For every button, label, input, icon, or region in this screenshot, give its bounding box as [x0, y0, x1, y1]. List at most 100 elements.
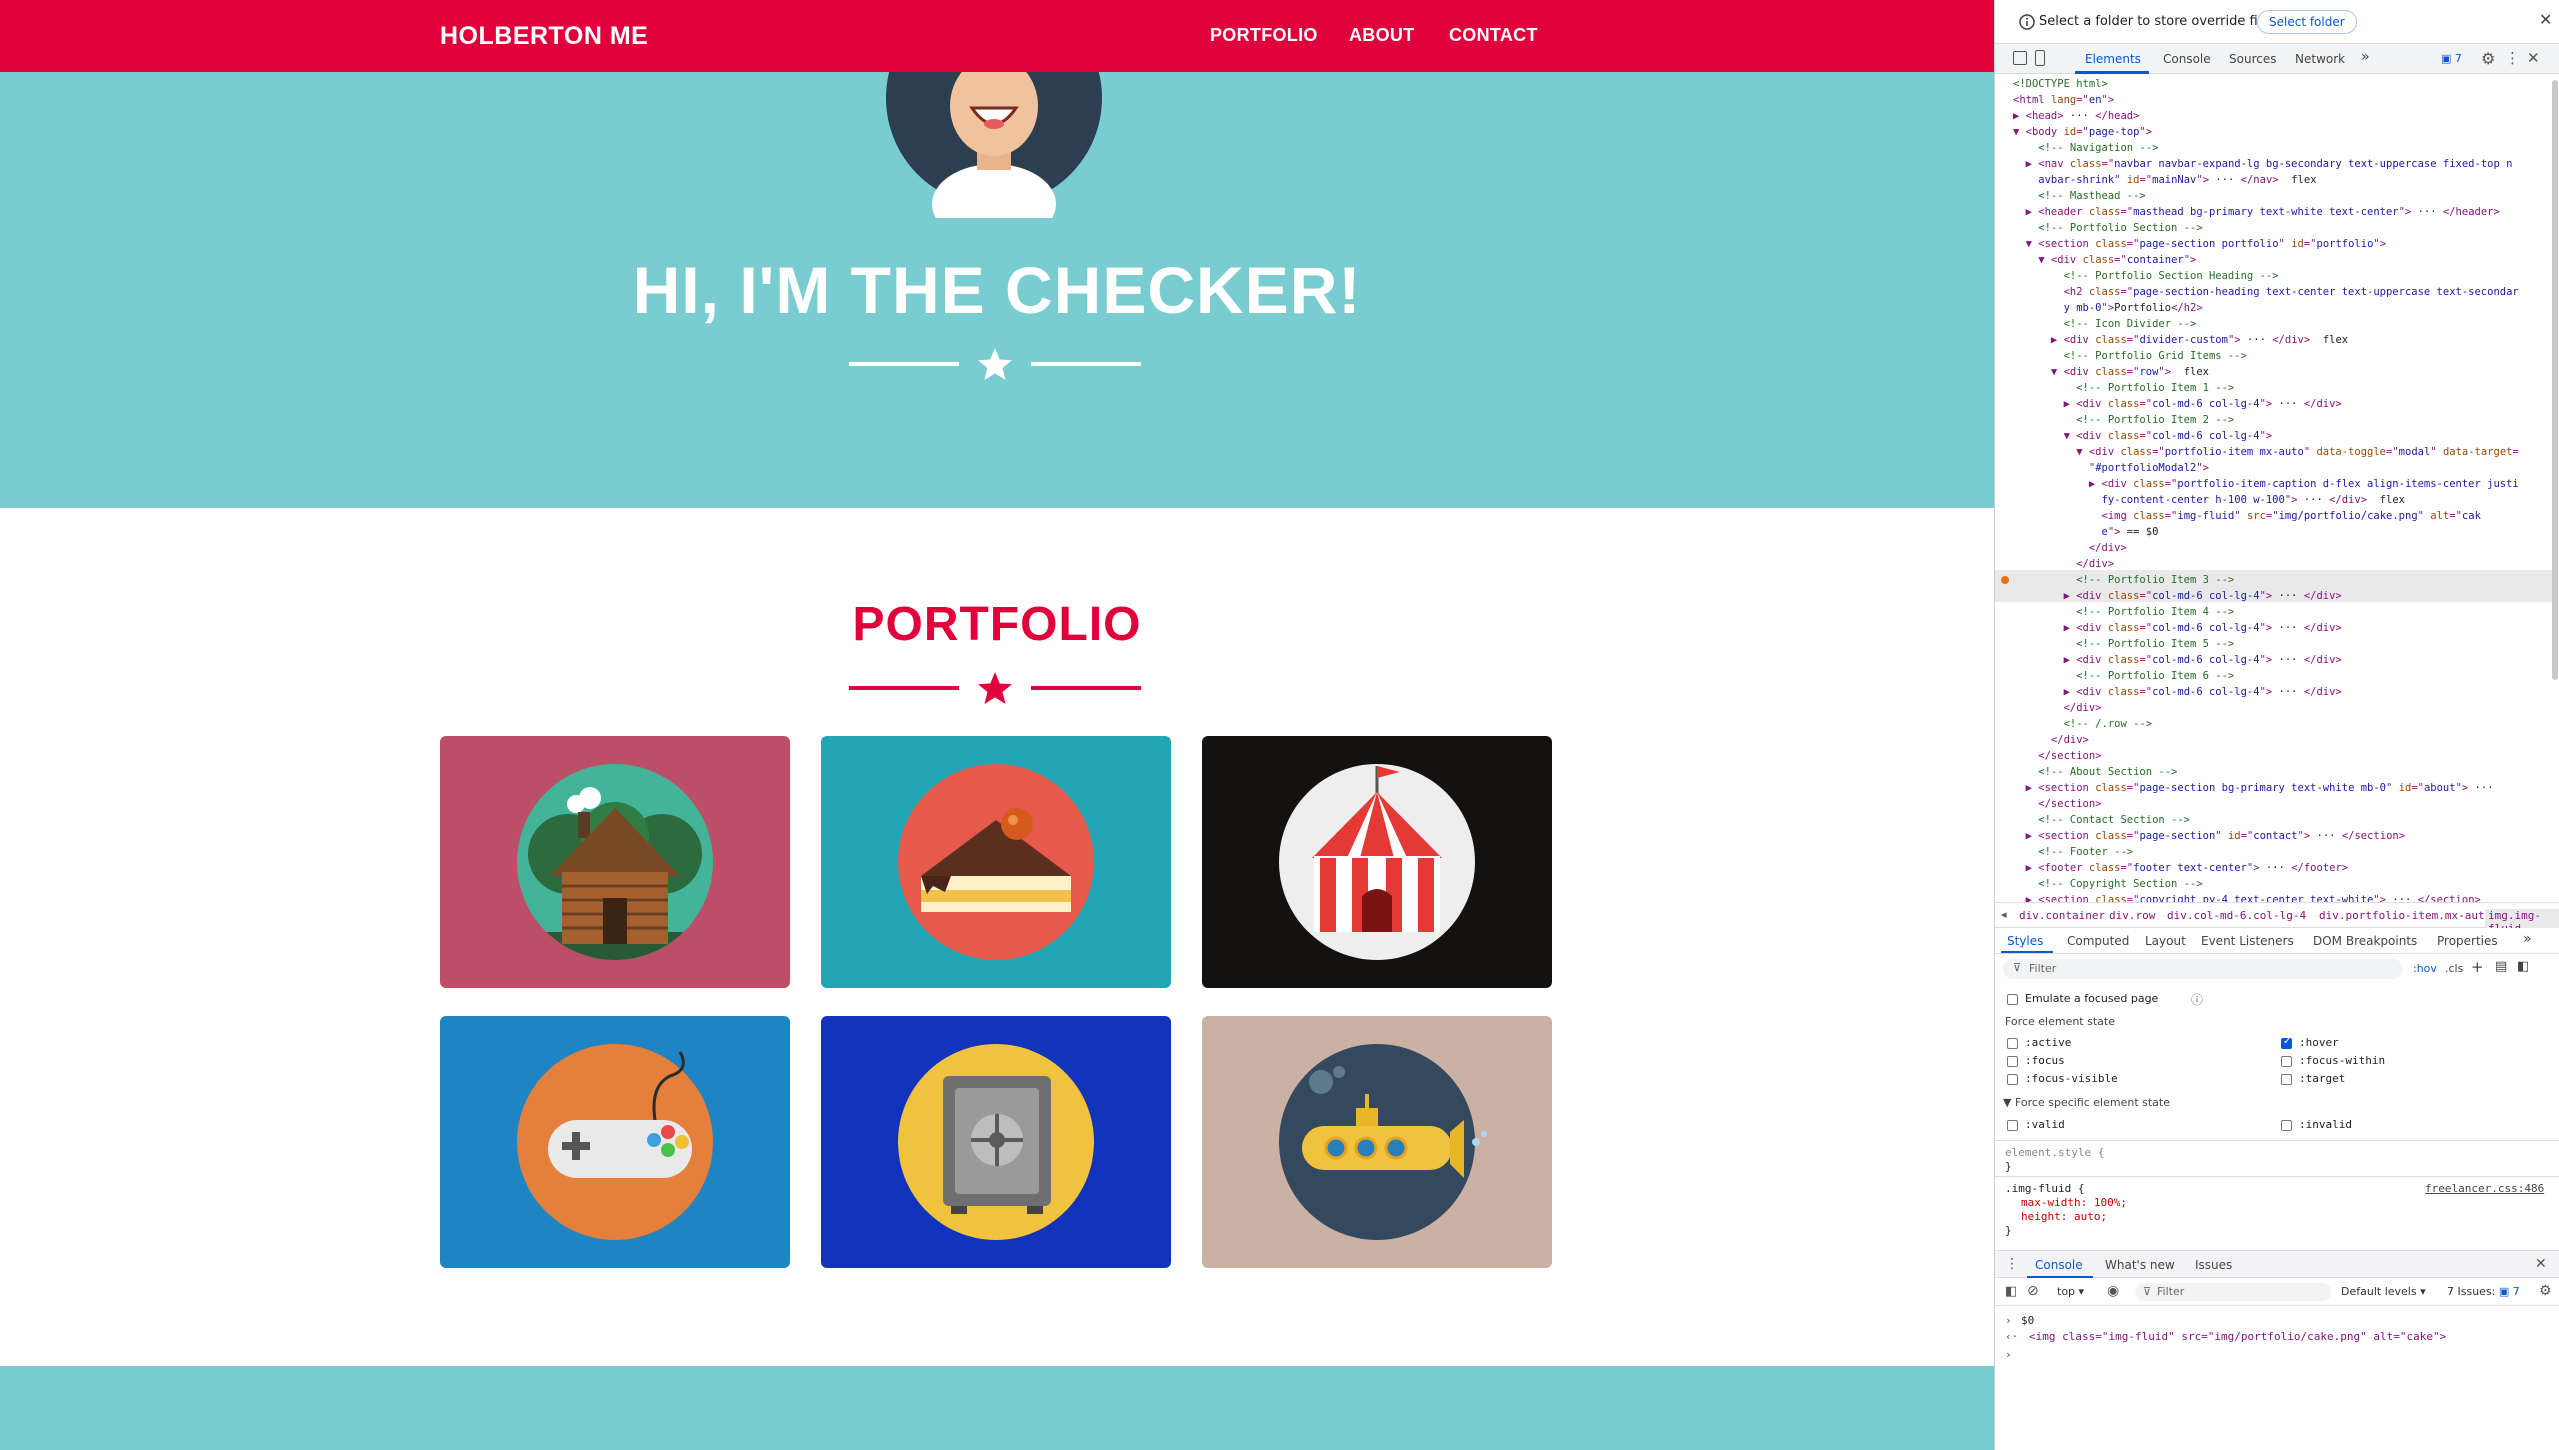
inspect-element-icon[interactable] — [2013, 51, 2027, 65]
dom-tree-line[interactable]: <!-- Portfolio Item 2 --> — [2013, 412, 2551, 428]
device-toolbar-icon[interactable] — [2035, 50, 2045, 66]
dom-tree-line[interactable]: ▶ <div class="col-md-6 col-lg-4"> ··· </… — [2013, 620, 2551, 636]
drawer-tab-whats-new[interactable]: What's new — [2105, 1258, 2175, 1272]
rule-source-link[interactable]: freelancer.css:486 — [2425, 1182, 2544, 1195]
breadcrumb-item[interactable]: div.portfolio-item.mx-auto — [2319, 909, 2491, 922]
dom-tree-line[interactable]: <!-- About Section --> — [2013, 764, 2551, 780]
brand-link[interactable]: HOLBERTON ME — [440, 22, 648, 51]
console-filter-input[interactable]: ⊽ Filter — [2135, 1283, 2331, 1301]
portfolio-item-game[interactable] — [440, 1016, 790, 1268]
dom-tree-line[interactable]: ▶ <nav class="navbar navbar-expand-lg bg… — [2013, 156, 2551, 172]
dom-tree-line[interactable]: ▶ <div class="col-md-6 col-lg-4"> ··· </… — [2013, 396, 2551, 412]
sidebar-toggle-icon[interactable]: ◧ — [2517, 959, 2529, 974]
breadcrumb-left-arrow-icon[interactable]: ◂ — [2001, 908, 2007, 921]
subtab-styles[interactable]: Styles — [2007, 934, 2043, 948]
subtab-event-listeners[interactable]: Event Listeners — [2201, 934, 2294, 948]
portfolio-item-cake[interactable] — [821, 736, 1171, 988]
emulate-focus-checkbox[interactable] — [2007, 994, 2018, 1005]
tab-sources[interactable]: Sources — [2229, 52, 2276, 66]
dom-tree-line[interactable]: <!-- Footer --> — [2013, 844, 2551, 860]
state-valid-checkbox[interactable] — [2007, 1120, 2018, 1131]
settings-gear-icon[interactable]: ⚙ — [2481, 49, 2495, 68]
portfolio-item-submarine[interactable] — [1202, 1016, 1552, 1268]
dom-tree-line[interactable]: <!-- Masthead --> — [2013, 188, 2551, 204]
dom-tree-line[interactable]: e"> == $0 — [2013, 524, 2551, 540]
console-result-line[interactable]: <img class="img-fluid" src="img/portfoli… — [2029, 1330, 2446, 1343]
subtab-layout[interactable]: Layout — [2145, 934, 2186, 948]
more-subtabs-icon[interactable]: » — [2523, 931, 2532, 947]
rule-prop-height[interactable]: height: auto; — [2021, 1210, 2107, 1223]
dom-tree-line[interactable]: </section> — [2013, 796, 2551, 812]
dom-tree-line[interactable]: ▶ <section class="page-section" id="cont… — [2013, 828, 2551, 844]
dom-tree-line[interactable]: ▶ <div class="portfolio-item-caption d-f… — [2013, 476, 2551, 492]
breadcrumb-item[interactable]: div.container — [2019, 909, 2105, 922]
close-devtools-icon[interactable]: ✕ — [2527, 49, 2540, 67]
paint-icon[interactable]: ▤ — [2495, 959, 2507, 974]
console-issues-counter[interactable]: 7 Issues: ▣ 7 — [2447, 1285, 2520, 1298]
force-specific-title[interactable]: ▼ Force specific element state — [2003, 1096, 2170, 1109]
portfolio-item-circus[interactable] — [1202, 736, 1552, 988]
dom-tree-line[interactable]: ▼ <div class="row"> flex — [2013, 364, 2551, 380]
dom-tree-line[interactable]: ▼ <section class="page-section portfolio… — [2013, 236, 2551, 252]
dom-tree-line[interactable]: ▶ <div class="divider-custom"> ··· </div… — [2013, 332, 2551, 348]
dom-tree-line[interactable]: ▼ <div class="col-md-6 col-lg-4"> — [2013, 428, 2551, 444]
state-focus-within-checkbox[interactable] — [2281, 1056, 2292, 1067]
close-drawer-icon[interactable]: ✕ — [2535, 1256, 2547, 1272]
dom-tree-line[interactable]: ▼ <div class="portfolio-item mx-auto" da… — [2013, 444, 2551, 460]
dom-tree-line[interactable]: <!-- Portfolio Section Heading --> — [2013, 268, 2551, 284]
dom-tree-line[interactable]: <!-- Contact Section --> — [2013, 812, 2551, 828]
rule-prop-max-width[interactable]: max-width: 100%; — [2021, 1196, 2127, 1209]
breadcrumb-item[interactable]: div.col-md-6.col-lg-4 — [2167, 909, 2306, 922]
styles-filter-input[interactable]: ⊽ Filter — [2003, 959, 2403, 979]
nav-link-portfolio[interactable]: PORTFOLIO — [1210, 25, 1318, 46]
dom-tree-line[interactable]: </div> — [2013, 556, 2551, 572]
dom-tree-line[interactable]: <!-- Icon Divider --> — [2013, 316, 2551, 332]
state-target-checkbox[interactable] — [2281, 1074, 2292, 1085]
new-rule-icon[interactable]: + — [2471, 958, 2484, 976]
dom-tree-line[interactable]: "#portfolioModal2"> — [2013, 460, 2551, 476]
dom-tree-line[interactable]: ▶ <header class="masthead bg-primary tex… — [2013, 204, 2551, 220]
dom-tree-line[interactable]: <!-- Portfolio Section --> — [2013, 220, 2551, 236]
portfolio-item-cabin[interactable] — [440, 736, 790, 988]
dom-tree-line[interactable]: <h2 class="page-section-heading text-cen… — [2013, 284, 2551, 300]
element-style-rule[interactable]: element.style { — [2005, 1146, 2104, 1159]
dom-tree-line[interactable]: <!-- Portfolio Item 3 --> — [2013, 572, 2551, 588]
dom-tree-line[interactable]: <img class="img-fluid" src="img/portfoli… — [2013, 508, 2551, 524]
breadcrumb-item[interactable]: div.row — [2109, 909, 2155, 922]
dom-tree-line[interactable]: <html lang="en"> — [2013, 92, 2551, 108]
dom-scrollbar[interactable] — [2552, 80, 2558, 680]
state-active-checkbox[interactable] — [2007, 1038, 2018, 1049]
state-hover-checkbox[interactable]: ✓ — [2281, 1036, 2292, 1049]
subtab-properties[interactable]: Properties — [2437, 934, 2498, 948]
dom-tree-line[interactable]: <!-- Portfolio Item 5 --> — [2013, 636, 2551, 652]
issues-badge[interactable]: ▣ 7 — [2441, 52, 2462, 65]
dom-tree-line[interactable]: ▶ <section class="page-section bg-primar… — [2013, 780, 2551, 796]
console-input-caret[interactable]: › — [2005, 1348, 2012, 1361]
dom-tree-line[interactable]: <!-- Copyright Section --> — [2013, 876, 2551, 892]
close-infobar-icon[interactable]: ✕ — [2539, 10, 2552, 29]
dom-tree-line[interactable]: </div> — [2013, 540, 2551, 556]
nav-link-contact[interactable]: CONTACT — [1449, 25, 1538, 46]
dom-tree-line[interactable]: y mb-0">Portfolio</h2> — [2013, 300, 2551, 316]
dom-tree-line[interactable]: ▶ <div class="col-md-6 col-lg-4"> ··· </… — [2013, 652, 2551, 668]
state-focus-checkbox[interactable] — [2007, 1056, 2018, 1067]
portfolio-item-safe[interactable] — [821, 1016, 1171, 1268]
subtab-computed[interactable]: Computed — [2067, 934, 2129, 948]
dom-tree-line[interactable]: <!-- Portfolio Item 6 --> — [2013, 668, 2551, 684]
console-sidebar-icon[interactable]: ◧ — [2005, 1284, 2017, 1299]
dom-tree-line[interactable]: <!-- Navigation --> — [2013, 140, 2551, 156]
dom-tree-line[interactable]: ▶ <section class="copyright py-4 text-ce… — [2013, 892, 2551, 902]
dom-tree-line[interactable]: ▶ <footer class="footer text-center"> ··… — [2013, 860, 2551, 876]
dom-tree-line[interactable]: <!DOCTYPE html> — [2013, 76, 2551, 92]
log-levels-dropdown[interactable]: Default levels ▾ — [2341, 1285, 2426, 1298]
drawer-tab-console[interactable]: Console — [2035, 1258, 2083, 1272]
console-settings-gear-icon[interactable]: ⚙ — [2539, 1283, 2552, 1299]
nav-link-about[interactable]: ABOUT — [1349, 25, 1415, 46]
eye-icon[interactable]: ◉ — [2107, 1283, 2119, 1299]
hov-toggle[interactable]: :hov — [2413, 962, 2437, 975]
cls-toggle[interactable]: .cls — [2445, 962, 2463, 975]
dom-tree-line[interactable]: <!-- /.row --> — [2013, 716, 2551, 732]
dom-tree-line[interactable]: avbar-shrink" id="mainNav"> ··· </nav> f… — [2013, 172, 2551, 188]
dom-tree-line[interactable]: ▼ <div class="container"> — [2013, 252, 2551, 268]
dom-tree-line[interactable]: ▼ <body id="page-top"> — [2013, 124, 2551, 140]
